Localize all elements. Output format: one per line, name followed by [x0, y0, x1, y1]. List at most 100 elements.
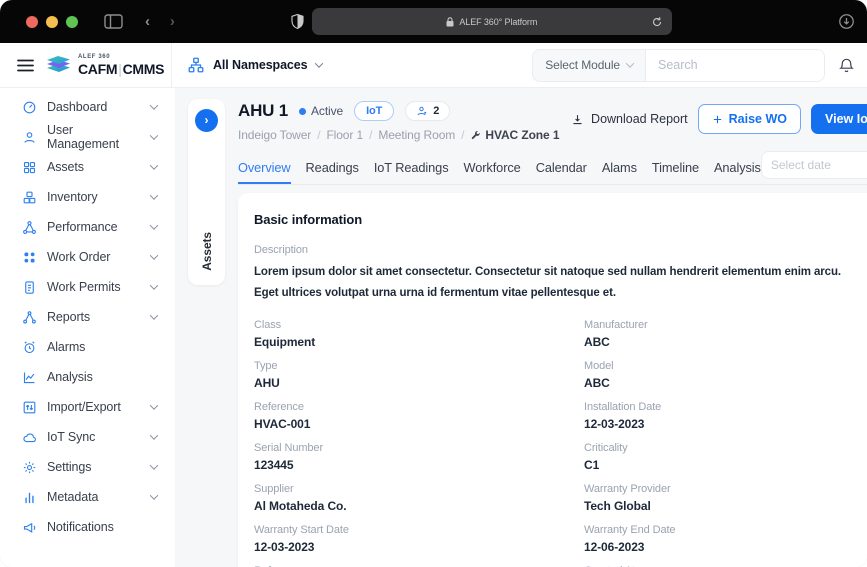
- sidebar-item-iot-sync[interactable]: IoT Sync: [0, 422, 175, 452]
- chevron-down-icon: [150, 281, 158, 289]
- sidebar-item-notifications[interactable]: Notifications: [0, 512, 175, 542]
- expand-rail-button[interactable]: ›: [195, 109, 218, 132]
- date-picker[interactable]: [761, 151, 867, 179]
- tab-readings[interactable]: Readings: [306, 160, 359, 184]
- breadcrumb-item[interactable]: Floor 1: [326, 128, 363, 142]
- chevron-down-icon: [314, 59, 322, 67]
- chevron-down-icon: [150, 251, 158, 259]
- forward-icon[interactable]: ›: [170, 14, 175, 29]
- namespace-label: All Namespaces: [213, 58, 308, 72]
- iot-badge[interactable]: IoT: [354, 101, 394, 121]
- boxes-icon: [22, 190, 37, 205]
- tab-alams[interactable]: Alams: [602, 160, 637, 184]
- workforce-count-badge[interactable]: 2: [405, 101, 450, 121]
- chevron-down-icon: [150, 491, 158, 499]
- bar-chart-icon: [22, 490, 37, 505]
- breadcrumb-item[interactable]: Meeting Room: [378, 128, 455, 142]
- chevron-down-icon: [150, 461, 158, 469]
- field-model: ModelABC: [584, 360, 865, 390]
- address-bar[interactable]: ALEF 360° Platform: [312, 8, 672, 35]
- nodes-icon: [22, 220, 37, 235]
- sidebar-item-reports[interactable]: Reports: [0, 302, 175, 332]
- download-report-button[interactable]: Download Report: [571, 112, 688, 126]
- sidebar-item-metadata[interactable]: Metadata: [0, 482, 175, 512]
- raise-wo-button[interactable]: Raise WO: [698, 104, 801, 134]
- assets-rail-label: Assets: [200, 232, 214, 271]
- sidebar-item-dashboard[interactable]: Dashboard: [0, 92, 175, 122]
- brand-area: ALEF 360 CAFM|CMMS: [0, 43, 172, 87]
- namespace-hierarchy-icon: [187, 56, 205, 74]
- page-actions: Download Report Raise WO View IoT Pr: [571, 104, 867, 134]
- field-warranty-start-date: Warranty Start Date12-03-2023: [254, 524, 574, 554]
- lock-icon: [446, 17, 454, 27]
- sidebar-item-inventory[interactable]: Inventory: [0, 182, 175, 212]
- alarm-icon: [22, 340, 37, 355]
- chevron-down-icon: [150, 311, 158, 319]
- sidebar-item-work-permits[interactable]: Work Permits: [0, 272, 175, 302]
- minimize-window-button[interactable]: [46, 16, 58, 28]
- basic-information-card: Basic information Description Lorem ipsu…: [238, 193, 867, 567]
- fields-grid: ClassEquipment ManufacturerABC TypeAHU M…: [254, 319, 865, 567]
- sidebar-item-performance[interactable]: Performance: [0, 212, 175, 242]
- breadcrumb: Indeigo Tower / Floor 1 / Meeting Room /…: [238, 128, 559, 142]
- line-chart-icon: [22, 370, 37, 385]
- sidebar-item-analysis[interactable]: Analysis: [0, 362, 175, 392]
- field-reference: ReferenceHVAC-001: [254, 401, 574, 431]
- sidebar: Dashboard User Management Assets Invento…: [0, 88, 175, 567]
- module-select[interactable]: Select Module: [533, 50, 646, 81]
- zoom-window-button[interactable]: [66, 16, 78, 28]
- description-label: Description: [254, 244, 865, 256]
- browser-chrome: ‹ › ALEF 360° Platform: [0, 0, 867, 43]
- sidebar-item-assets[interactable]: Assets: [0, 152, 175, 182]
- sidebar-item-alarms[interactable]: Alarms: [0, 332, 175, 362]
- field-supplier: SupplierAl Motaheda Co.: [254, 483, 574, 513]
- sidebar-item-import-export[interactable]: Import/Export: [0, 392, 175, 422]
- traffic-lights: [26, 16, 78, 28]
- hamburger-menu-icon[interactable]: [17, 59, 34, 72]
- app-logo[interactable]: ALEF 360 CAFM|CMMS: [45, 53, 164, 77]
- tab-overview[interactable]: Overview: [238, 160, 291, 184]
- sidebar-toggle-icon[interactable]: [104, 14, 123, 29]
- close-window-button[interactable]: [26, 16, 38, 28]
- tab-analysis[interactable]: Analysis: [714, 160, 761, 184]
- date-input[interactable]: [771, 158, 866, 172]
- work-order-icon: [22, 250, 37, 265]
- share-nodes-icon: [22, 310, 37, 325]
- plus-icon: [712, 114, 723, 125]
- namespace-selector[interactable]: All Namespaces: [172, 43, 322, 87]
- card-heading: Basic information: [254, 212, 865, 227]
- brand-small-text: ALEF 360: [78, 54, 164, 60]
- breadcrumb-item[interactable]: Indeigo Tower: [238, 128, 311, 142]
- downloads-icon[interactable]: [838, 13, 855, 30]
- reload-icon[interactable]: [651, 16, 663, 28]
- chevron-down-icon: [150, 131, 158, 139]
- import-export-icon: [22, 400, 37, 415]
- browser-window: ‹ › ALEF 360° Platform: [0, 0, 867, 567]
- asset-detail: AHU 1 Active IoT 2 Indeigo Tower / Floor: [238, 99, 867, 567]
- back-icon[interactable]: ‹: [145, 14, 150, 29]
- sidebar-item-work-order[interactable]: Work Order: [0, 242, 175, 272]
- field-warranty-provider: Warranty ProviderTech Global: [584, 483, 865, 513]
- tabs: Overview Readings IoT Readings Workforce…: [238, 160, 761, 184]
- module-select-label: Select Module: [545, 58, 620, 72]
- megaphone-icon: [22, 520, 37, 535]
- page-head-left: AHU 1 Active IoT 2 Indeigo Tower / Floor: [238, 101, 559, 142]
- notifications-bell-icon[interactable]: [838, 56, 855, 74]
- chevron-down-icon: [150, 101, 158, 109]
- tab-iot-readings[interactable]: IoT Readings: [374, 160, 449, 184]
- sidebar-item-user-management[interactable]: User Management: [0, 122, 175, 152]
- cloud-icon: [22, 430, 37, 445]
- tab-calendar[interactable]: Calendar: [536, 160, 587, 184]
- view-iot-button[interactable]: View IoT Pr: [811, 104, 867, 134]
- sidebar-item-settings[interactable]: Settings: [0, 452, 175, 482]
- shield-icon[interactable]: [291, 14, 304, 29]
- search-input[interactable]: [646, 50, 824, 81]
- brand-title: CAFM|CMMS: [78, 62, 164, 76]
- breadcrumb-current: HVAC Zone 1: [470, 128, 559, 142]
- main-area: › Assets AHU 1 Active IoT 2: [175, 88, 867, 567]
- field-criticality: CriticalityC1: [584, 442, 865, 472]
- tab-workforce[interactable]: Workforce: [464, 160, 521, 184]
- tab-timeline[interactable]: Timeline: [652, 160, 699, 184]
- title-row: AHU 1 Active IoT 2: [238, 101, 559, 121]
- chevron-down-icon: [150, 221, 158, 229]
